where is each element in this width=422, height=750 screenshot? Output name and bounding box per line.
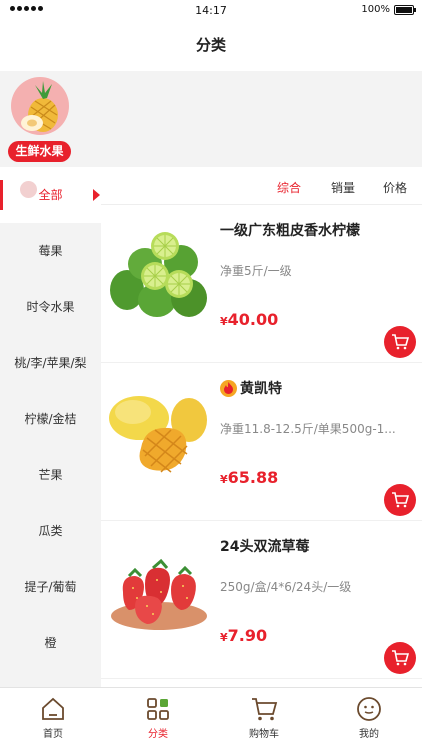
category-sidebar: 全部 莓果 时令水果 桃/李/苹果/梨 柠檬/金桔 芒果 瓜类 提子/葡萄 橙 xyxy=(0,167,101,687)
tab-label: 首页 xyxy=(43,729,63,740)
active-indicator xyxy=(0,180,3,210)
pineapple-icon[interactable] xyxy=(11,77,69,135)
sidebar-item-label: 提子/葡萄 xyxy=(24,580,77,594)
triangle-right-icon xyxy=(93,189,100,201)
bottom-tab-bar: 首页 分类 购物车 我的 xyxy=(0,687,422,750)
price-value: 65.88 xyxy=(227,468,279,487)
tab-label: 分类 xyxy=(148,729,168,740)
currency-symbol: ¥ xyxy=(220,631,228,644)
product-name[interactable]: 24头双流草莓 xyxy=(220,536,309,556)
sidebar-item-berries[interactable]: 莓果 xyxy=(0,223,101,279)
product-name[interactable]: 一级广东粗皮香水柠檬 xyxy=(220,220,360,240)
product-name-text: 24头双流草莓 xyxy=(220,539,310,555)
tab-home[interactable]: 首页 xyxy=(18,696,88,740)
add-to-cart-button[interactable] xyxy=(384,484,416,516)
add-to-cart-button[interactable] xyxy=(384,642,416,674)
product-price: ¥7.90 xyxy=(220,626,267,645)
tab-label: 我的 xyxy=(359,729,379,740)
price-value: 7.90 xyxy=(227,626,268,645)
tab-cart[interactable]: 购物车 xyxy=(229,696,299,740)
sidebar-item-lemon-kumquat[interactable]: 柠檬/金桔 xyxy=(0,391,101,447)
flame-icon xyxy=(220,379,237,397)
product-spec: 净重5斤/一级 xyxy=(220,264,292,278)
currency-symbol: ¥ xyxy=(220,473,228,486)
sidebar-item-all[interactable]: 全部 xyxy=(0,167,101,223)
sidebar-item-label: 莓果 xyxy=(38,244,63,258)
profile-icon xyxy=(357,697,381,721)
product-card[interactable]: 黄凯特 净重11.8-12.5斤/单果500g-1... ¥65.88 xyxy=(101,364,422,521)
product-name-text: 黄凯特 xyxy=(240,381,282,397)
home-icon xyxy=(42,697,64,720)
cart-icon xyxy=(392,492,409,508)
status-bar: 14:17 100% xyxy=(0,0,422,22)
lime-image[interactable] xyxy=(105,220,211,326)
sidebar-item-label: 瓜类 xyxy=(38,524,63,538)
sidebar-item-peach-plum-apple-pear[interactable]: 桃/李/苹果/梨 xyxy=(0,335,101,391)
tab-label: 购物车 xyxy=(249,729,279,740)
page-title: 分类 xyxy=(0,22,422,71)
sort-sales[interactable]: 销量 xyxy=(331,179,355,196)
dot-icon xyxy=(20,181,37,198)
product-card[interactable]: 一级广东粗皮香水柠檬 净重5斤/一级 ¥40.00 xyxy=(101,206,422,363)
cart-icon xyxy=(252,698,278,721)
battery-icon xyxy=(394,4,416,15)
price-value: 40.00 xyxy=(227,310,279,329)
sort-price[interactable]: 价格 xyxy=(383,179,407,196)
battery-indicator: 100% xyxy=(361,4,416,15)
category-label[interactable]: 生鲜水果 xyxy=(8,141,71,162)
status-time: 14:17 xyxy=(195,4,227,17)
sort-comprehensive[interactable]: 综合 xyxy=(277,179,301,196)
sidebar-item-label: 橙 xyxy=(44,636,57,650)
battery-percent: 100% xyxy=(361,4,390,15)
strawberry-image[interactable] xyxy=(105,536,211,642)
sidebar-item-mango[interactable]: 芒果 xyxy=(0,447,101,503)
sidebar-item-orange[interactable]: 橙 xyxy=(0,615,101,671)
product-price: ¥40.00 xyxy=(220,310,278,329)
sort-bar: 综合 销量 价格 xyxy=(101,167,422,205)
sidebar-item-label: 全部 xyxy=(38,188,63,202)
category-header: 生鲜水果 xyxy=(0,71,422,167)
cart-icon xyxy=(392,650,409,666)
tab-category[interactable]: 分类 xyxy=(123,696,193,740)
product-card[interactable]: 24头双流草莓 250g/盒/4*6/24头/一级 ¥7.90 xyxy=(101,522,422,679)
product-price: ¥65.88 xyxy=(220,468,278,487)
sidebar-item-label: 桃/李/苹果/梨 xyxy=(14,356,87,370)
category-icon xyxy=(147,698,169,720)
product-name-text: 一级广东粗皮香水柠檬 xyxy=(220,223,360,239)
sidebar-item-melon[interactable]: 瓜类 xyxy=(0,503,101,559)
product-name[interactable]: 黄凯特 xyxy=(220,378,282,398)
product-list: 一级广东粗皮香水柠檬 净重5斤/一级 ¥40.00 黄凯特 净重11.8-12.… xyxy=(101,206,422,687)
currency-symbol: ¥ xyxy=(220,315,228,328)
sidebar-item-seasonal[interactable]: 时令水果 xyxy=(0,279,101,335)
product-spec: 净重11.8-12.5斤/单果500g-1... xyxy=(220,422,396,436)
mango-image[interactable] xyxy=(105,378,211,484)
cart-icon xyxy=(392,334,409,350)
sidebar-item-label: 时令水果 xyxy=(26,300,75,314)
product-spec: 250g/盒/4*6/24头/一级 xyxy=(220,580,352,594)
tab-profile[interactable]: 我的 xyxy=(334,696,404,740)
sidebar-item-label: 柠檬/金桔 xyxy=(24,412,77,426)
add-to-cart-button[interactable] xyxy=(384,326,416,358)
sidebar-item-grape[interactable]: 提子/葡萄 xyxy=(0,559,101,615)
sidebar-item-label: 芒果 xyxy=(38,468,63,482)
